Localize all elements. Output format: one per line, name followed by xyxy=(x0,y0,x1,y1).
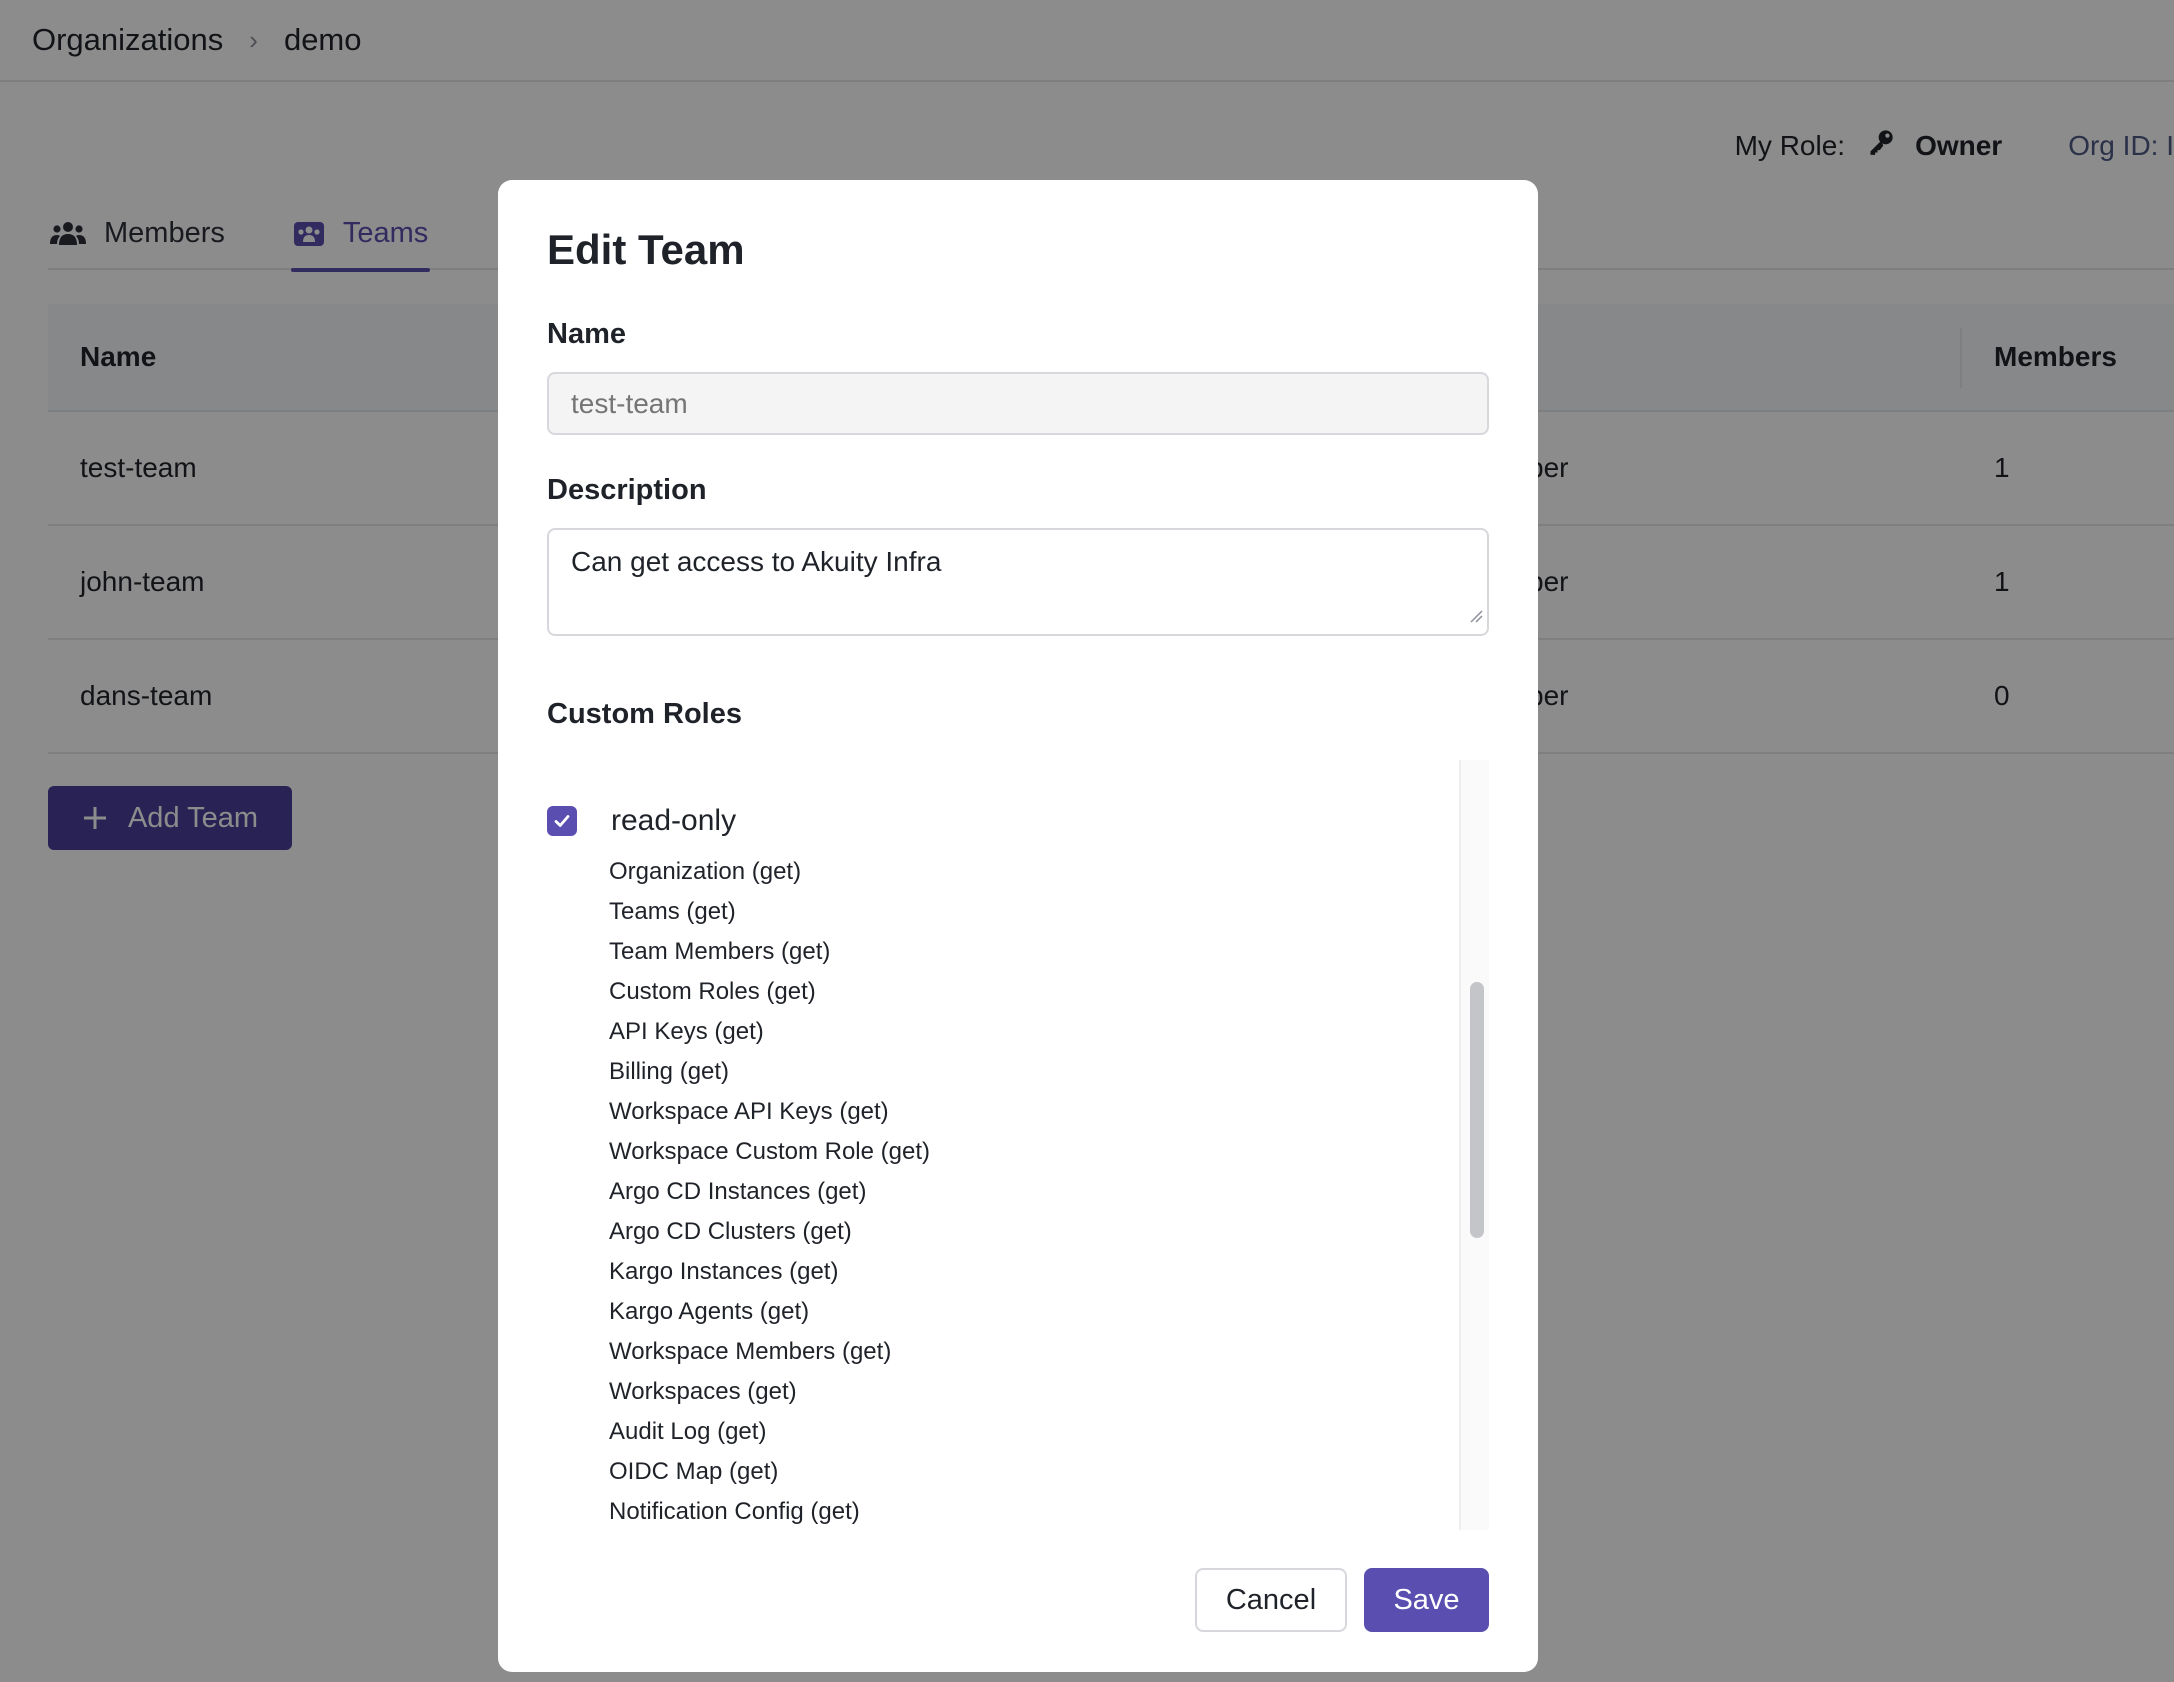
custom-roles-panel: read-only Organization (get) Teams (get)… xyxy=(547,760,1489,1682)
permission-item: Argo CD Instances (get) xyxy=(609,1178,867,1205)
permission-item: Notification Config (get) xyxy=(609,1498,860,1525)
resize-grip-icon[interactable] xyxy=(1469,598,1483,630)
description-text: Can get access to Akuity Infra xyxy=(571,546,942,577)
save-button[interactable]: Save xyxy=(1364,1568,1489,1632)
scrollbar-track[interactable] xyxy=(1459,760,1489,1530)
permission-item: Kargo Agents (get) xyxy=(609,1298,810,1325)
name-label: Name xyxy=(547,318,626,350)
permission-item: Workspace Custom Role (get) xyxy=(609,1138,930,1165)
permission-item: Workspaces (get) xyxy=(609,1378,797,1405)
description-textarea[interactable]: Can get access to Akuity Infra xyxy=(547,528,1489,636)
check-icon xyxy=(554,815,570,827)
permission-list: Organization (get) Teams (get) Team Memb… xyxy=(609,852,930,1530)
custom-roles-label: Custom Roles xyxy=(547,698,742,730)
permission-item: Audit Log (get) xyxy=(609,1418,767,1445)
role-read-only: read-only xyxy=(547,804,736,838)
permission-item: Argo CD Clusters (get) xyxy=(609,1218,852,1245)
roles-scroll-area[interactable]: read-only Organization (get) Teams (get)… xyxy=(547,760,1489,1530)
role-name: read-only xyxy=(611,804,737,837)
permission-item: Team Members (get) xyxy=(609,938,831,965)
scrollbar-thumb[interactable] xyxy=(1470,982,1484,1238)
app-root: Organizations › demo My Role: Owner Org … xyxy=(0,0,2174,1682)
cancel-button[interactable]: Cancel xyxy=(1195,1568,1347,1632)
permission-item: Organization (get) xyxy=(609,858,802,885)
dialog-title: Edit Team xyxy=(547,226,745,273)
permission-item: Workspace API Keys (get) xyxy=(609,1098,889,1125)
permission-item: Workspace Members (get) xyxy=(609,1338,892,1365)
team-name-input[interactable] xyxy=(547,372,1489,435)
permission-item: Custom Roles (get) xyxy=(609,978,816,1005)
permission-item: Billing (get) xyxy=(609,1058,730,1085)
description-label: Description xyxy=(547,474,707,506)
permission-item: OIDC Map (get) xyxy=(609,1458,779,1485)
permission-item: Kargo Instances (get) xyxy=(609,1258,839,1285)
edit-team-dialog: Edit Team Name Description Can get acces… xyxy=(498,180,1538,1672)
permission-item: Teams (get) xyxy=(609,898,736,925)
read-only-checkbox[interactable] xyxy=(547,806,577,836)
permission-item: API Keys (get) xyxy=(609,1018,764,1045)
